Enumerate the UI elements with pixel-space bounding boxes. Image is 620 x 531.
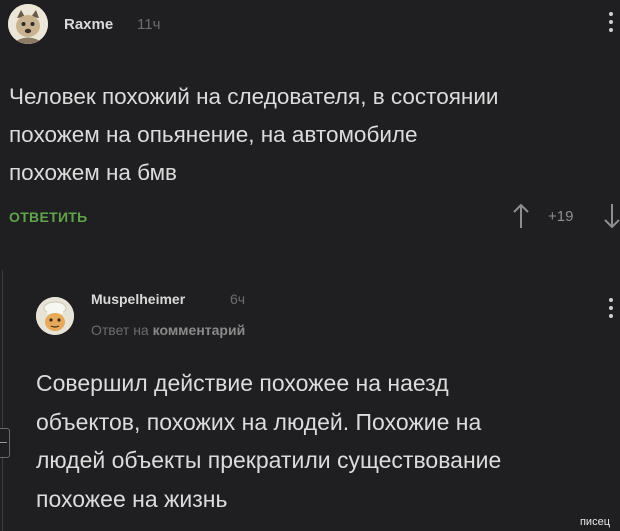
comment-more-icon[interactable] <box>607 12 615 32</box>
chef-avatar-icon <box>36 297 74 335</box>
reply-to-prefix: Ответ на <box>91 322 149 338</box>
dog-avatar-icon <box>8 4 48 44</box>
watermark: писец <box>579 516 610 528</box>
reply-author[interactable]: Muspelheimer <box>91 291 185 307</box>
reply-text: Совершил действие похожее на наезд объек… <box>36 370 502 512</box>
comment-time: 11ч <box>137 16 161 33</box>
arrow-down-icon <box>604 204 620 229</box>
reply-to-line: Ответ на комментарий <box>91 322 245 338</box>
avatar[interactable] <box>36 297 74 335</box>
collapse-thread-button[interactable] <box>0 428 10 458</box>
comment-author[interactable]: Raxme <box>64 16 113 33</box>
upvote-button[interactable] <box>512 203 530 229</box>
avatar[interactable] <box>8 4 48 44</box>
reply-time: 6ч <box>230 291 246 307</box>
thread-line <box>2 270 3 531</box>
comment-text: Человек похожий на следователя, в состоя… <box>9 84 499 185</box>
downvote-button[interactable] <box>603 203 620 229</box>
reply-button[interactable]: ОТВЕТИТЬ <box>9 209 88 225</box>
arrow-up-icon <box>513 203 529 228</box>
reply-to-link[interactable]: комментарий <box>153 322 246 338</box>
rating-value: +19 <box>548 208 574 225</box>
reply-more-icon[interactable] <box>607 298 615 318</box>
